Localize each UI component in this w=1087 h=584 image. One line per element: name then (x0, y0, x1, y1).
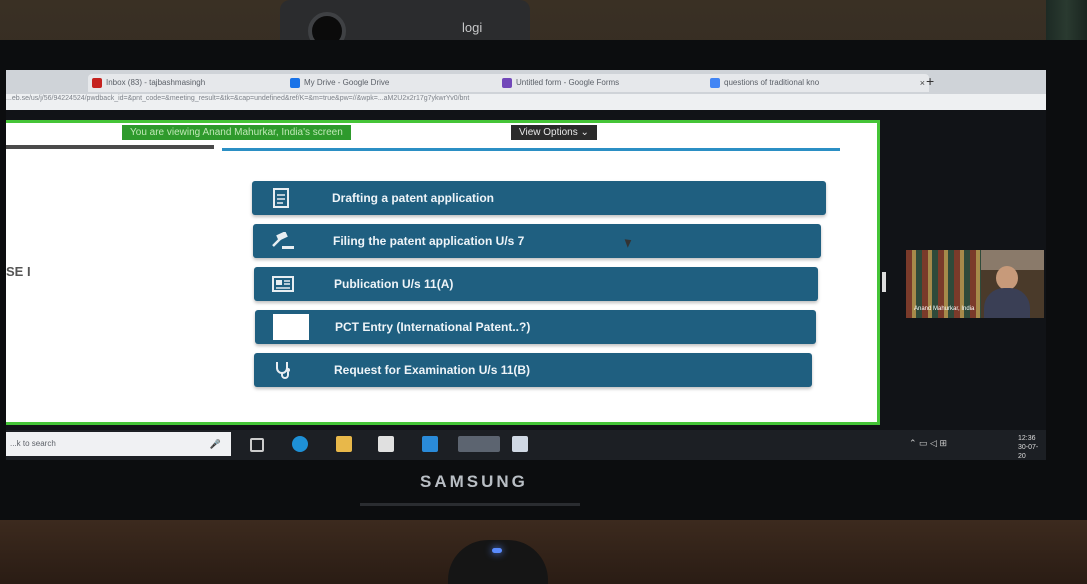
clock-date: 30-07-20 (1018, 444, 1039, 460)
new-tab-icon[interactable]: + (926, 73, 934, 89)
windows-taskbar: ...k to search 🎤 ⌃ ▭ ◁ ⊞ 12:36 30-07-20 (6, 430, 1046, 460)
step-filing[interactable]: Filing the patent application U/s 7 (253, 224, 821, 258)
step-label: Drafting a patent application (332, 191, 495, 205)
gavel-icon (267, 230, 297, 252)
view-options-label: View Options (519, 127, 578, 138)
taskbar-search-input[interactable]: ...k to search 🎤 (6, 432, 231, 456)
webcam-brand: logi (462, 20, 483, 35)
step-examination[interactable]: Request for Examination U/s 11(B) (254, 353, 812, 387)
step-label: Filing the patent application U/s 7 (333, 234, 525, 248)
step-pct-entry[interactable]: PCT Entry (International Patent..?) (255, 310, 816, 344)
address-bar[interactable]: ...eb.se/us/j/56/94224524/pwdback_id=&pn… (6, 94, 1046, 110)
participant-video[interactable]: Anand Mahurkar, India (906, 250, 1044, 318)
system-tray[interactable]: ⌃ ▭ ◁ ⊞ (909, 438, 947, 449)
taskbar-clock[interactable]: 12:36 30-07-20 (1018, 434, 1046, 460)
search-placeholder: ...k to search (10, 439, 56, 448)
blank-icon (273, 314, 309, 340)
step-drafting[interactable]: Drafting a patent application (252, 181, 826, 215)
scroll-indicator[interactable] (882, 272, 886, 292)
browser-tab[interactable]: questions of traditional kno × (706, 74, 929, 92)
shared-screen-content: SE I Drafting a patent application Filin… (6, 120, 880, 425)
forms-icon (502, 78, 512, 88)
monitor-brand: SAMSUNG (420, 472, 528, 491)
monitor-screen: Inbox (83) - tajbashmasingh × My Drive -… (6, 70, 1046, 460)
browser-tab-strip: Inbox (83) - tajbashmasingh × My Drive -… (6, 70, 1046, 94)
document-icon (266, 187, 296, 209)
tab-label: My Drive - Google Drive (304, 78, 390, 87)
view-options-button[interactable]: View Options ⌄ (511, 125, 597, 140)
edge-icon[interactable] (292, 436, 308, 452)
participant-figure (984, 266, 1030, 318)
mail-icon[interactable] (422, 436, 438, 452)
chrome-icon[interactable] (458, 436, 500, 452)
progress-segment (6, 145, 214, 149)
step-publication[interactable]: Publication U/s 11(A) (254, 267, 818, 301)
browser-tab[interactable]: Untitled form - Google Forms × (498, 74, 716, 92)
file-explorer-icon[interactable] (336, 436, 352, 452)
clock-time: 12:36 (1018, 435, 1036, 442)
step-label: PCT Entry (International Patent..?) (335, 320, 531, 334)
microphone-icon[interactable]: 🎤 (210, 432, 221, 456)
step-label: Publication U/s 11(A) (334, 277, 454, 291)
chevron-down-icon: ⌄ (580, 127, 589, 138)
gmail-icon (92, 78, 102, 88)
task-view-icon[interactable] (250, 438, 264, 452)
step-label: Request for Examination U/s 11(B) (334, 363, 531, 377)
tab-label: Untitled form - Google Forms (516, 78, 620, 87)
app-icon[interactable] (512, 436, 528, 452)
url-text: ...eb.se/us/j/56/94224524/pwdback_id=&pn… (6, 95, 470, 102)
stethoscope-icon (268, 359, 298, 381)
browser-tab[interactable]: My Drive - Google Drive × (286, 74, 509, 92)
phase-heading: SE I (6, 264, 31, 279)
power-led (492, 548, 502, 553)
screen-share-banner: You are viewing Anand Mahurkar, India's … (122, 125, 351, 140)
browser-tab[interactable]: Inbox (83) - tajbashmasingh × (88, 74, 296, 92)
progress-segment-active (222, 148, 840, 151)
close-icon[interactable]: × (920, 74, 925, 92)
tab-label: questions of traditional kno (724, 78, 820, 87)
participant-name: Anand Mahurkar, India (914, 306, 975, 312)
google-icon (710, 78, 720, 88)
tab-label: Inbox (83) - tajbashmasingh (106, 78, 206, 87)
newspaper-icon (268, 273, 298, 295)
store-icon[interactable] (378, 436, 394, 452)
drive-icon (290, 78, 300, 88)
